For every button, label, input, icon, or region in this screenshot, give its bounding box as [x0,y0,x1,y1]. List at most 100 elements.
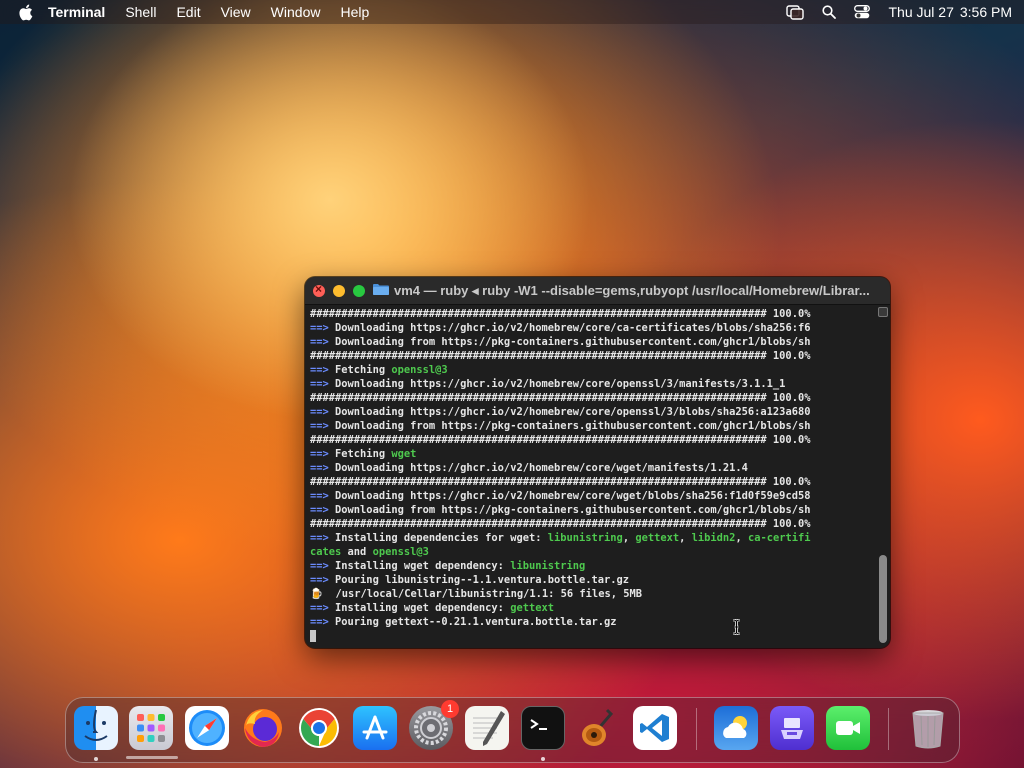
dock-separator [696,708,697,750]
terminal-line: ==> Pouring gettext--0.21.1.ventura.bott… [310,615,872,629]
terminal-line: ==> Downloading https://ghcr.io/v2/homeb… [310,461,872,475]
terminal-text-segment: 🍺 [310,588,336,600]
terminal-text-segment: ==> [310,406,336,418]
terminal-content[interactable]: ########################################… [305,305,890,648]
menu-window[interactable]: Window [271,4,321,20]
spotlight-search-icon[interactable] [822,5,837,19]
terminal-text-segment: ==> [310,616,336,628]
terminal-text-segment: ==> [310,560,336,572]
terminal-text-segment: and [341,546,373,558]
terminal-line: ==> Fetching openssl@3 [310,363,872,377]
terminal-text-segment: Pouring libunistring--1.1.ventura.bottle… [335,574,630,586]
garageband-icon[interactable] [577,706,621,750]
terminal-text-segment: Fetching [335,364,392,376]
facetime-icon[interactable] [826,706,870,750]
terminal-text-segment: Downloading https://ghcr.io/v2/homebrew/… [335,378,786,390]
terminal-line: ########################################… [310,349,872,363]
terminal-text-segment: ==> [310,490,336,502]
terminal-text-segment: /usr/local/Cellar/libunistring/1.1: 56 f… [335,588,642,600]
chrome-icon[interactable] [297,706,341,750]
dock-separator-trash [888,708,889,750]
downloads-icon[interactable] [770,706,814,750]
terminal-line: ==> Downloading https://ghcr.io/v2/homeb… [310,377,872,391]
terminal-window: vm4 — ruby ◂ ruby -W1 --disable=gems,rub… [305,277,890,648]
menu-app-name[interactable]: Terminal [48,4,105,20]
terminal-text-segment: ########################################… [310,434,811,446]
terminal-text-segment: Downloading from https://pkg-containers.… [335,504,811,516]
menubar-date[interactable]: Thu Jul 27 [888,4,953,20]
terminal-text-segment: Installing wget dependency: [335,560,511,572]
menu-edit[interactable]: Edit [176,4,200,20]
terminal-line: ==> Downloading https://ghcr.io/v2/homeb… [310,321,872,335]
ibeam-cursor-icon [732,619,741,635]
apple-menu-icon[interactable] [18,3,34,21]
terminal-text-segment: Downloading https://ghcr.io/v2/homebrew/… [335,490,811,502]
finder-icon[interactable] [74,706,118,750]
terminal-text-segment: ==> [310,532,336,544]
terminal-text-segment: Downloading https://ghcr.io/v2/homebrew/… [335,406,811,418]
terminal-line: ==> Installing dependencies for wget: li… [310,531,872,545]
terminal-line: 🍺 /usr/local/Cellar/libunistring/1.1: 56… [310,587,872,601]
menu-view[interactable]: View [221,4,251,20]
dock: 1 [65,697,960,763]
terminal-text-segment: ==> [310,602,336,614]
minimize-window-button[interactable] [333,284,345,297]
finder-running-indicator [94,757,98,761]
terminal-line: ==> Downloading from https://pkg-contain… [310,335,872,349]
terminal-text-segment: wget [391,448,417,460]
terminal-text-segment: ########################################… [310,476,811,488]
terminal-text-segment: , [679,532,692,544]
terminal-text-segment: cates [310,546,342,558]
terminal-running-indicator [541,757,545,761]
vscode-icon[interactable] [633,706,677,750]
scrollbar-thumb[interactable] [879,555,887,643]
launchpad-icon[interactable] [129,706,173,750]
terminal-text-segment: ==> [310,378,336,390]
terminal-line: ########################################… [310,307,872,321]
terminal-line: ==> Downloading https://ghcr.io/v2/homeb… [310,489,872,503]
terminal-text-segment: ==> [310,336,336,348]
weather-icon[interactable] [714,706,758,750]
terminal-text-segment: openssl@3 [372,546,429,558]
window-titlebar[interactable]: vm4 — ruby ◂ ruby -W1 --disable=gems,rub… [305,277,890,305]
notification-badge: 1 [441,700,459,718]
terminal-text-segment: Fetching [335,448,392,460]
terminal-text-segment: Installing dependencies for wget: [335,532,548,544]
terminal-line: ########################################… [310,433,872,447]
app-store-icon[interactable] [353,706,397,750]
textedit-icon[interactable] [465,706,509,750]
zoom-window-button[interactable] [353,284,365,297]
terminal-line: ==> Pouring libunistring--1.1.ventura.bo… [310,573,872,587]
firefox-icon[interactable] [241,706,285,750]
terminal-line: ########################################… [310,391,872,405]
control-center-icon[interactable] [854,5,871,19]
terminal-text-segment: openssl@3 [391,364,448,376]
trash-icon[interactable] [906,706,950,750]
terminal-text-segment: ==> [310,420,336,432]
terminal-text-segment: ########################################… [310,518,811,530]
terminal-text-segment: , [735,532,748,544]
terminal-text-segment: gettext [510,602,554,614]
close-window-button[interactable] [313,282,325,297]
terminal-text-segment: ==> [310,462,336,474]
vertical-scrollbar[interactable] [878,307,888,645]
menu-help[interactable]: Help [340,4,369,20]
window-stack-icon[interactable] [786,4,805,20]
terminal-text-segment: ########################################… [310,392,811,404]
terminal-output: ########################################… [310,307,872,643]
terminal-icon[interactable] [521,706,565,750]
text-cursor [310,630,316,642]
terminal-text-segment: libunistring [547,532,623,544]
folder-icon [373,282,394,300]
terminal-text-segment: libunistring [510,560,586,572]
terminal-text-segment: Downloading from https://pkg-containers.… [335,420,811,432]
terminal-line: ==> Fetching wget [310,447,872,461]
safari-icon[interactable] [185,706,229,750]
menubar-time[interactable]: 3:56 PM [960,4,1012,20]
scroll-up-icon[interactable] [878,307,888,317]
menu-shell[interactable]: Shell [125,4,156,20]
system-settings-icon[interactable]: 1 [409,700,459,750]
terminal-text-segment: , [622,532,636,544]
terminal-line: ==> Downloading from https://pkg-contain… [310,419,872,433]
terminal-text-segment: ==> [310,574,336,586]
